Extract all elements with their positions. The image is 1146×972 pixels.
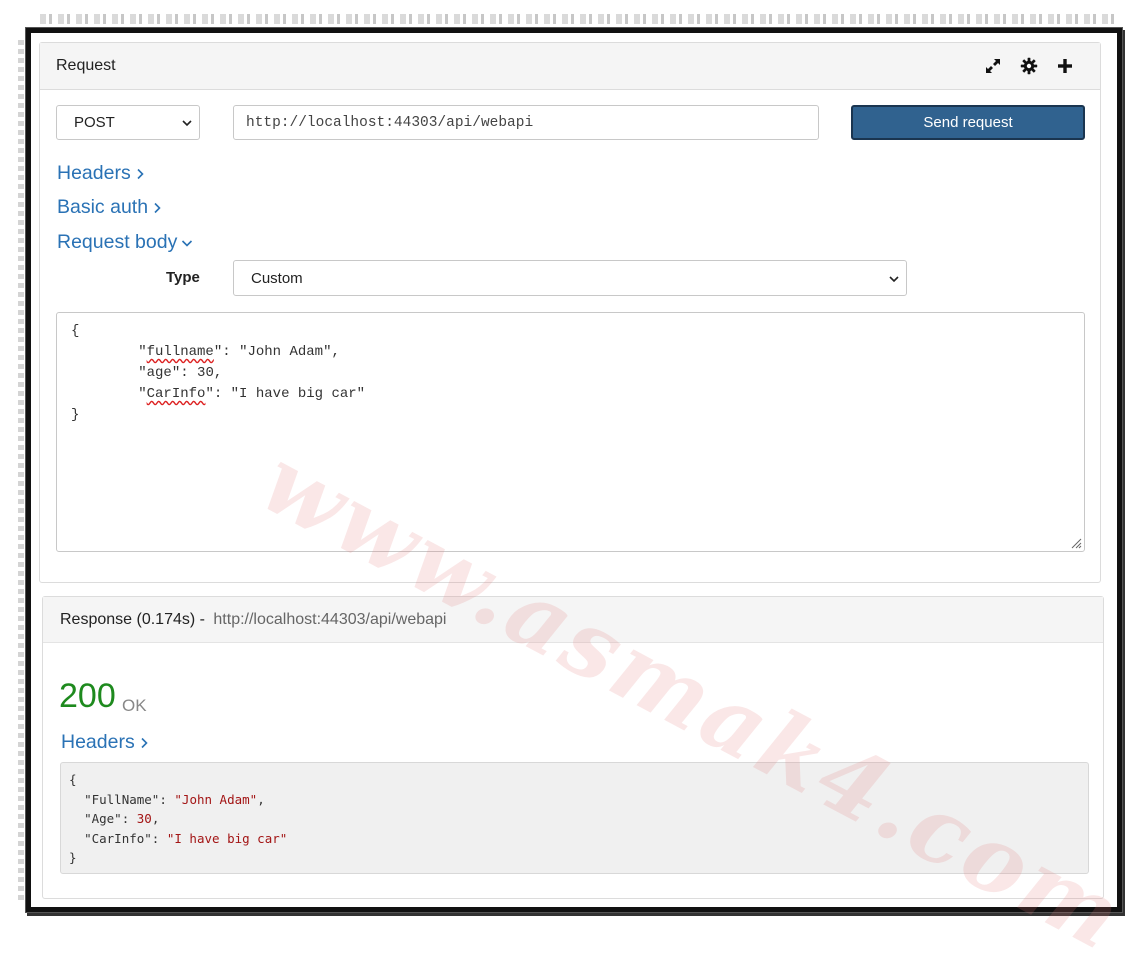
chevron-down-icon bbox=[182, 120, 192, 127]
expand-icon[interactable] bbox=[982, 55, 1004, 77]
request-body-link-label: Request body bbox=[57, 231, 178, 253]
body-line: { bbox=[71, 323, 80, 339]
body-key: "age" bbox=[138, 365, 181, 381]
request-body-textarea[interactable]: { "fullname": "John Adam", "age": 30, "C… bbox=[56, 312, 1085, 552]
body-line: } bbox=[71, 407, 80, 423]
chevron-down-icon bbox=[889, 276, 899, 283]
url-input[interactable] bbox=[233, 105, 819, 140]
headers-link[interactable]: Headers bbox=[57, 162, 145, 185]
body-type-select[interactable]: Custom bbox=[233, 260, 907, 296]
resize-handle-icon[interactable] bbox=[1068, 535, 1082, 549]
body-type-select-value: Custom bbox=[251, 269, 303, 287]
frame-torn-edge bbox=[40, 14, 1120, 24]
gear-icon[interactable] bbox=[1018, 55, 1040, 77]
method-select-value: POST bbox=[74, 114, 115, 131]
type-label: Type bbox=[166, 269, 200, 286]
chevron-right-icon bbox=[137, 168, 144, 179]
status-code: 200 bbox=[59, 677, 116, 715]
json-key: "CarInfo" bbox=[84, 830, 152, 846]
body-value: "I have big car" bbox=[230, 386, 366, 402]
request-panel: Request POST http://localhost:44303/api/… bbox=[39, 42, 1101, 583]
json-value: 30 bbox=[136, 811, 152, 826]
frame-torn-edge-left bbox=[18, 40, 24, 900]
chevron-down-icon bbox=[182, 239, 193, 247]
json-value: "I have big car" bbox=[166, 830, 288, 846]
response-body: { "FullName": "John Adam", "Age": 30, "C… bbox=[60, 762, 1089, 874]
basic-auth-link[interactable]: Basic auth bbox=[57, 196, 162, 219]
status-text: OK bbox=[122, 696, 147, 715]
send-request-button[interactable]: Send request bbox=[851, 105, 1085, 140]
headers-link-label: Headers bbox=[57, 162, 131, 184]
response-headers-link-label: Headers bbox=[61, 731, 135, 753]
request-header-icons bbox=[982, 55, 1076, 77]
json-key: "FullName" bbox=[84, 791, 160, 807]
response-header: Response (0.174s) - http://localhost:443… bbox=[43, 597, 1103, 643]
request-body-link[interactable]: Request body bbox=[57, 231, 193, 254]
response-url: http://localhost:44303/api/webapi bbox=[213, 610, 447, 628]
request-header: Request bbox=[40, 43, 1100, 90]
method-select[interactable]: POST bbox=[56, 105, 200, 140]
response-headers-link[interactable]: Headers bbox=[61, 731, 149, 754]
response-separator: - bbox=[195, 610, 210, 628]
request-title: Request bbox=[56, 57, 116, 74]
body-key: CarInfo bbox=[146, 386, 206, 402]
plus-icon[interactable] bbox=[1054, 55, 1076, 77]
json-brace: } bbox=[69, 850, 77, 865]
chevron-right-icon bbox=[154, 202, 161, 213]
json-value: "John Adam" bbox=[174, 791, 258, 807]
basic-auth-link-label: Basic auth bbox=[57, 196, 149, 218]
body-value: 30, bbox=[197, 365, 223, 381]
response-title: Response (0.174s) bbox=[60, 610, 196, 628]
response-panel: Response (0.174s) - http://localhost:443… bbox=[42, 596, 1104, 899]
json-brace: { bbox=[69, 772, 77, 787]
body-value: "John Adam", bbox=[239, 344, 340, 360]
json-key: "Age" bbox=[84, 811, 122, 826]
body-key: fullname bbox=[146, 344, 214, 360]
chevron-right-icon bbox=[141, 737, 148, 748]
